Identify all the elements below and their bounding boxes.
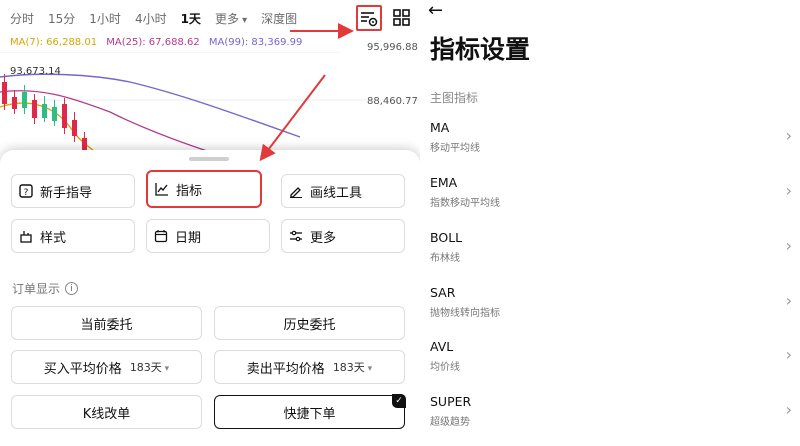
sliders-icon — [288, 228, 304, 244]
grid-icon[interactable] — [391, 7, 413, 29]
style-button[interactable]: 样式 — [11, 219, 135, 253]
more-button[interactable]: 更多 — [281, 219, 405, 253]
price-label-local-high: 93,673.14 — [10, 66, 61, 77]
tab-4h[interactable]: 4小时 — [135, 10, 167, 27]
checkmark-icon: ✓ — [392, 394, 406, 408]
price-label-mid: 88,460.77 — [367, 96, 418, 107]
back-arrow-icon[interactable]: ← — [428, 0, 443, 21]
chevron-right-icon: › — [785, 345, 792, 364]
indicator-settings-icon[interactable] — [356, 5, 382, 31]
indicator-item-ma[interactable]: MA 移动平均线 › — [420, 120, 800, 174]
indicator-name: SUPER — [430, 394, 472, 409]
date-label: 日期 — [175, 230, 202, 246]
indicator-name: AVL — [430, 339, 454, 354]
kline-modify-label: K线改单 — [82, 406, 131, 422]
chevron-right-icon: › — [785, 126, 792, 145]
kline-modify-order-button[interactable]: K线改单 — [11, 395, 202, 429]
tab-timeline[interactable]: 分时 — [10, 10, 34, 27]
price-label-high: 95,996.88 — [367, 42, 418, 53]
history-orders-label: 历史委托 — [283, 317, 336, 333]
info-icon[interactable]: i — [65, 282, 79, 295]
buy-avg-price-button[interactable]: 买入平均价格 183天 — [11, 350, 202, 384]
sell-avg-price-button[interactable]: 卖出平均价格 183天 — [214, 350, 405, 384]
line-chart-icon — [154, 181, 170, 197]
history-orders-button[interactable]: 历史委托 — [214, 306, 405, 340]
indicator-item-avl[interactable]: AVL 均价线 › — [420, 339, 800, 393]
indicator-name: EMA — [430, 175, 458, 190]
sheet-drag-handle[interactable] — [189, 157, 229, 161]
ma7-value: MA(7): 66,288.01 — [10, 37, 98, 48]
chart-panel: 分时 15分 1小时 4小时 1天 更多 深度图 MA(7): 66,288.0… — [0, 0, 420, 446]
indicator-desc: 指数移动平均线 — [430, 198, 500, 209]
style-label: 样式 — [40, 230, 67, 246]
chart-settings-sheet: ? 新手指导 指标 画线工具 样式 日期 更多 订单显示 i 当前委托 历史委托… — [0, 150, 420, 446]
indicator-name: BOLL — [430, 230, 463, 245]
tab-1d[interactable]: 1天 — [181, 10, 201, 27]
ma99-value: MA(99): 83,369.99 — [208, 37, 303, 48]
bucket-icon — [18, 228, 34, 244]
buy-avg-price-label: 买入平均价格 — [43, 361, 122, 377]
current-orders-label: 当前委托 — [80, 317, 133, 333]
indicator-settings-panel: ← 指标设置 主图指标 MA 移动平均线 › EMA 指数移动平均线 › BOL… — [420, 0, 800, 446]
indicators-button[interactable]: 指标 — [146, 170, 262, 208]
indicator-desc: 移动平均线 — [430, 143, 480, 154]
chevron-right-icon: › — [785, 291, 792, 310]
indicator-desc: 抛物线转向指标 — [430, 308, 500, 319]
drawing-tools-button[interactable]: 画线工具 — [281, 174, 405, 208]
indicator-item-ema[interactable]: EMA 指数移动平均线 › — [420, 175, 800, 229]
indicators-label: 指标 — [176, 183, 203, 199]
newbie-guide-label: 新手指导 — [40, 185, 93, 201]
ma-legend: MA(7): 66,288.01 MA(25): 67,688.62 MA(99… — [10, 37, 302, 48]
indicator-desc: 均价线 — [430, 362, 460, 373]
indicator-desc: 布林线 — [430, 253, 460, 264]
indicator-desc: 超级趋势 — [430, 417, 470, 428]
drawing-tools-label: 画线工具 — [310, 185, 363, 201]
tab-15m[interactable]: 15分 — [48, 10, 75, 27]
sell-days-select[interactable]: 183天 — [333, 359, 372, 375]
tab-depth-chart[interactable]: 深度图 — [261, 10, 297, 27]
date-button[interactable]: 日期 — [146, 219, 270, 253]
page-title: 指标设置 — [430, 35, 531, 64]
more-label: 更多 — [310, 230, 337, 246]
calendar-icon — [153, 228, 169, 244]
indicator-name: MA — [430, 120, 450, 135]
indicator-item-sar[interactable]: SAR 抛物线转向指标 › — [420, 285, 800, 339]
indicator-item-super[interactable]: SUPER 超级趋势 › — [420, 394, 800, 446]
tab-more[interactable]: 更多 — [215, 10, 247, 27]
chevron-right-icon: › — [785, 236, 792, 255]
chevron-right-icon: › — [785, 400, 792, 419]
sell-avg-price-label: 卖出平均价格 — [246, 361, 325, 377]
pencil-icon — [288, 183, 304, 199]
candles — [2, 74, 87, 152]
buy-days-select[interactable]: 183天 — [130, 359, 169, 375]
current-orders-button[interactable]: 当前委托 — [11, 306, 202, 340]
indicator-name: SAR — [430, 285, 456, 300]
tab-1h[interactable]: 1小时 — [89, 10, 121, 27]
question-icon: ? — [18, 183, 34, 199]
newbie-guide-button[interactable]: ? 新手指导 — [11, 174, 135, 208]
quick-order-label: 快捷下单 — [283, 406, 336, 422]
candlestick-chart — [0, 52, 420, 152]
order-display-label: 订单显示 — [12, 282, 61, 296]
order-display-section: 订单显示 i — [12, 280, 79, 297]
main-chart-indicators-label: 主图指标 — [430, 91, 479, 105]
svg-text:?: ? — [24, 188, 29, 198]
quick-order-button[interactable]: 快捷下单 ✓ — [214, 394, 406, 429]
chevron-right-icon: › — [785, 181, 792, 200]
ma25-value: MA(25): 67,688.62 — [106, 37, 200, 48]
indicator-item-boll[interactable]: BOLL 布林线 › — [420, 230, 800, 284]
